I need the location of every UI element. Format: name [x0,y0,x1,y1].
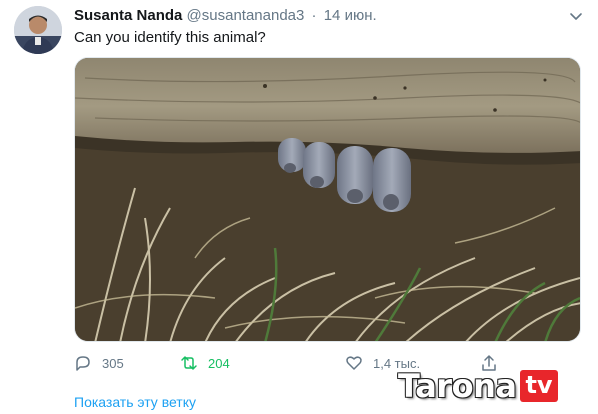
tweet-date[interactable]: 14 июн. [324,7,377,24]
tweet-photo[interactable] [74,57,581,342]
show-thread-link[interactable]: Показать эту ветку [74,394,196,410]
retweet-count: 204 [208,355,230,371]
avatar-image [14,6,62,54]
watermark-text: Tarona [398,367,517,405]
tweet-header: Susanta Nanda @susantananda3 · 14 июн. [74,7,558,27]
retweet-button[interactable]: 204 [180,352,230,374]
author-name[interactable]: Susanta Nanda [74,7,182,24]
author-handle[interactable]: @susantananda3 [187,7,305,24]
chevron-down-icon[interactable] [568,8,584,24]
retweet-icon [181,356,197,370]
reply-button[interactable]: 305 [74,352,124,374]
avatar[interactable] [14,6,62,54]
reply-count: 305 [102,355,124,371]
like-icon [346,356,362,370]
tweet-text: Can you identify this animal? [74,29,266,46]
watermark-logo: Tarona tv [398,364,590,408]
reply-icon [76,356,90,371]
photo-wooden-log-with-claws [75,58,580,341]
separator-dot: · [311,7,317,24]
watermark-badge: tv [520,370,558,402]
